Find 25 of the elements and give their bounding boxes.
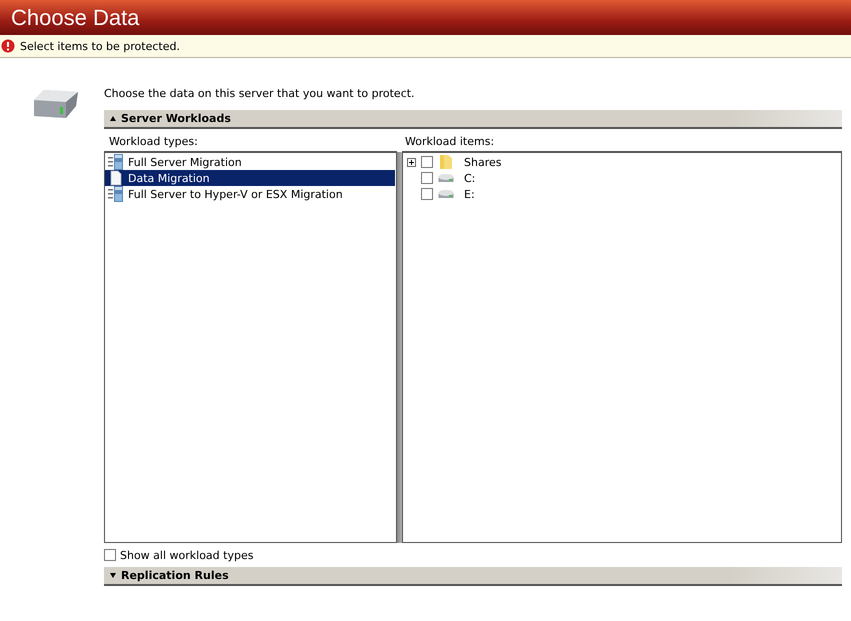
server-icon — [108, 154, 124, 170]
drive-icon — [438, 172, 454, 184]
expand-toggle[interactable] — [407, 158, 416, 166]
folder-icon — [438, 154, 454, 170]
list-label: Workload items: — [404, 135, 496, 150]
page-title: Choose Data — [11, 4, 140, 30]
checkbox[interactable] — [421, 172, 433, 184]
drive-icon — [438, 188, 454, 200]
error-icon — [1, 39, 15, 53]
list-label: Workload types: — [108, 135, 199, 150]
section-header[interactable]: Replication Rules — [104, 567, 842, 586]
section-header[interactable]: Server Workloads — [104, 110, 842, 129]
checkbox[interactable] — [421, 156, 433, 168]
show-all-checkbox[interactable]: Show all workload types — [104, 543, 254, 567]
tree-item[interactable]: C: — [464, 172, 476, 184]
intro-text: Choose the data on this server that you want to protect. — [104, 86, 416, 102]
tree-item[interactable]: E: — [464, 188, 475, 200]
list-item[interactable]: Data Migration — [105, 170, 395, 186]
list-item[interactable]: Full Server to Hyper-V or ESX Migration — [105, 186, 395, 202]
alert-message: Select items to be protected. — [20, 40, 180, 52]
checkbox[interactable] — [421, 188, 433, 200]
list-item[interactable]: Full Server Migration — [105, 154, 395, 170]
server-icon — [108, 186, 124, 202]
tree-item[interactable]: Shares — [464, 156, 502, 168]
document-icon — [108, 170, 124, 186]
